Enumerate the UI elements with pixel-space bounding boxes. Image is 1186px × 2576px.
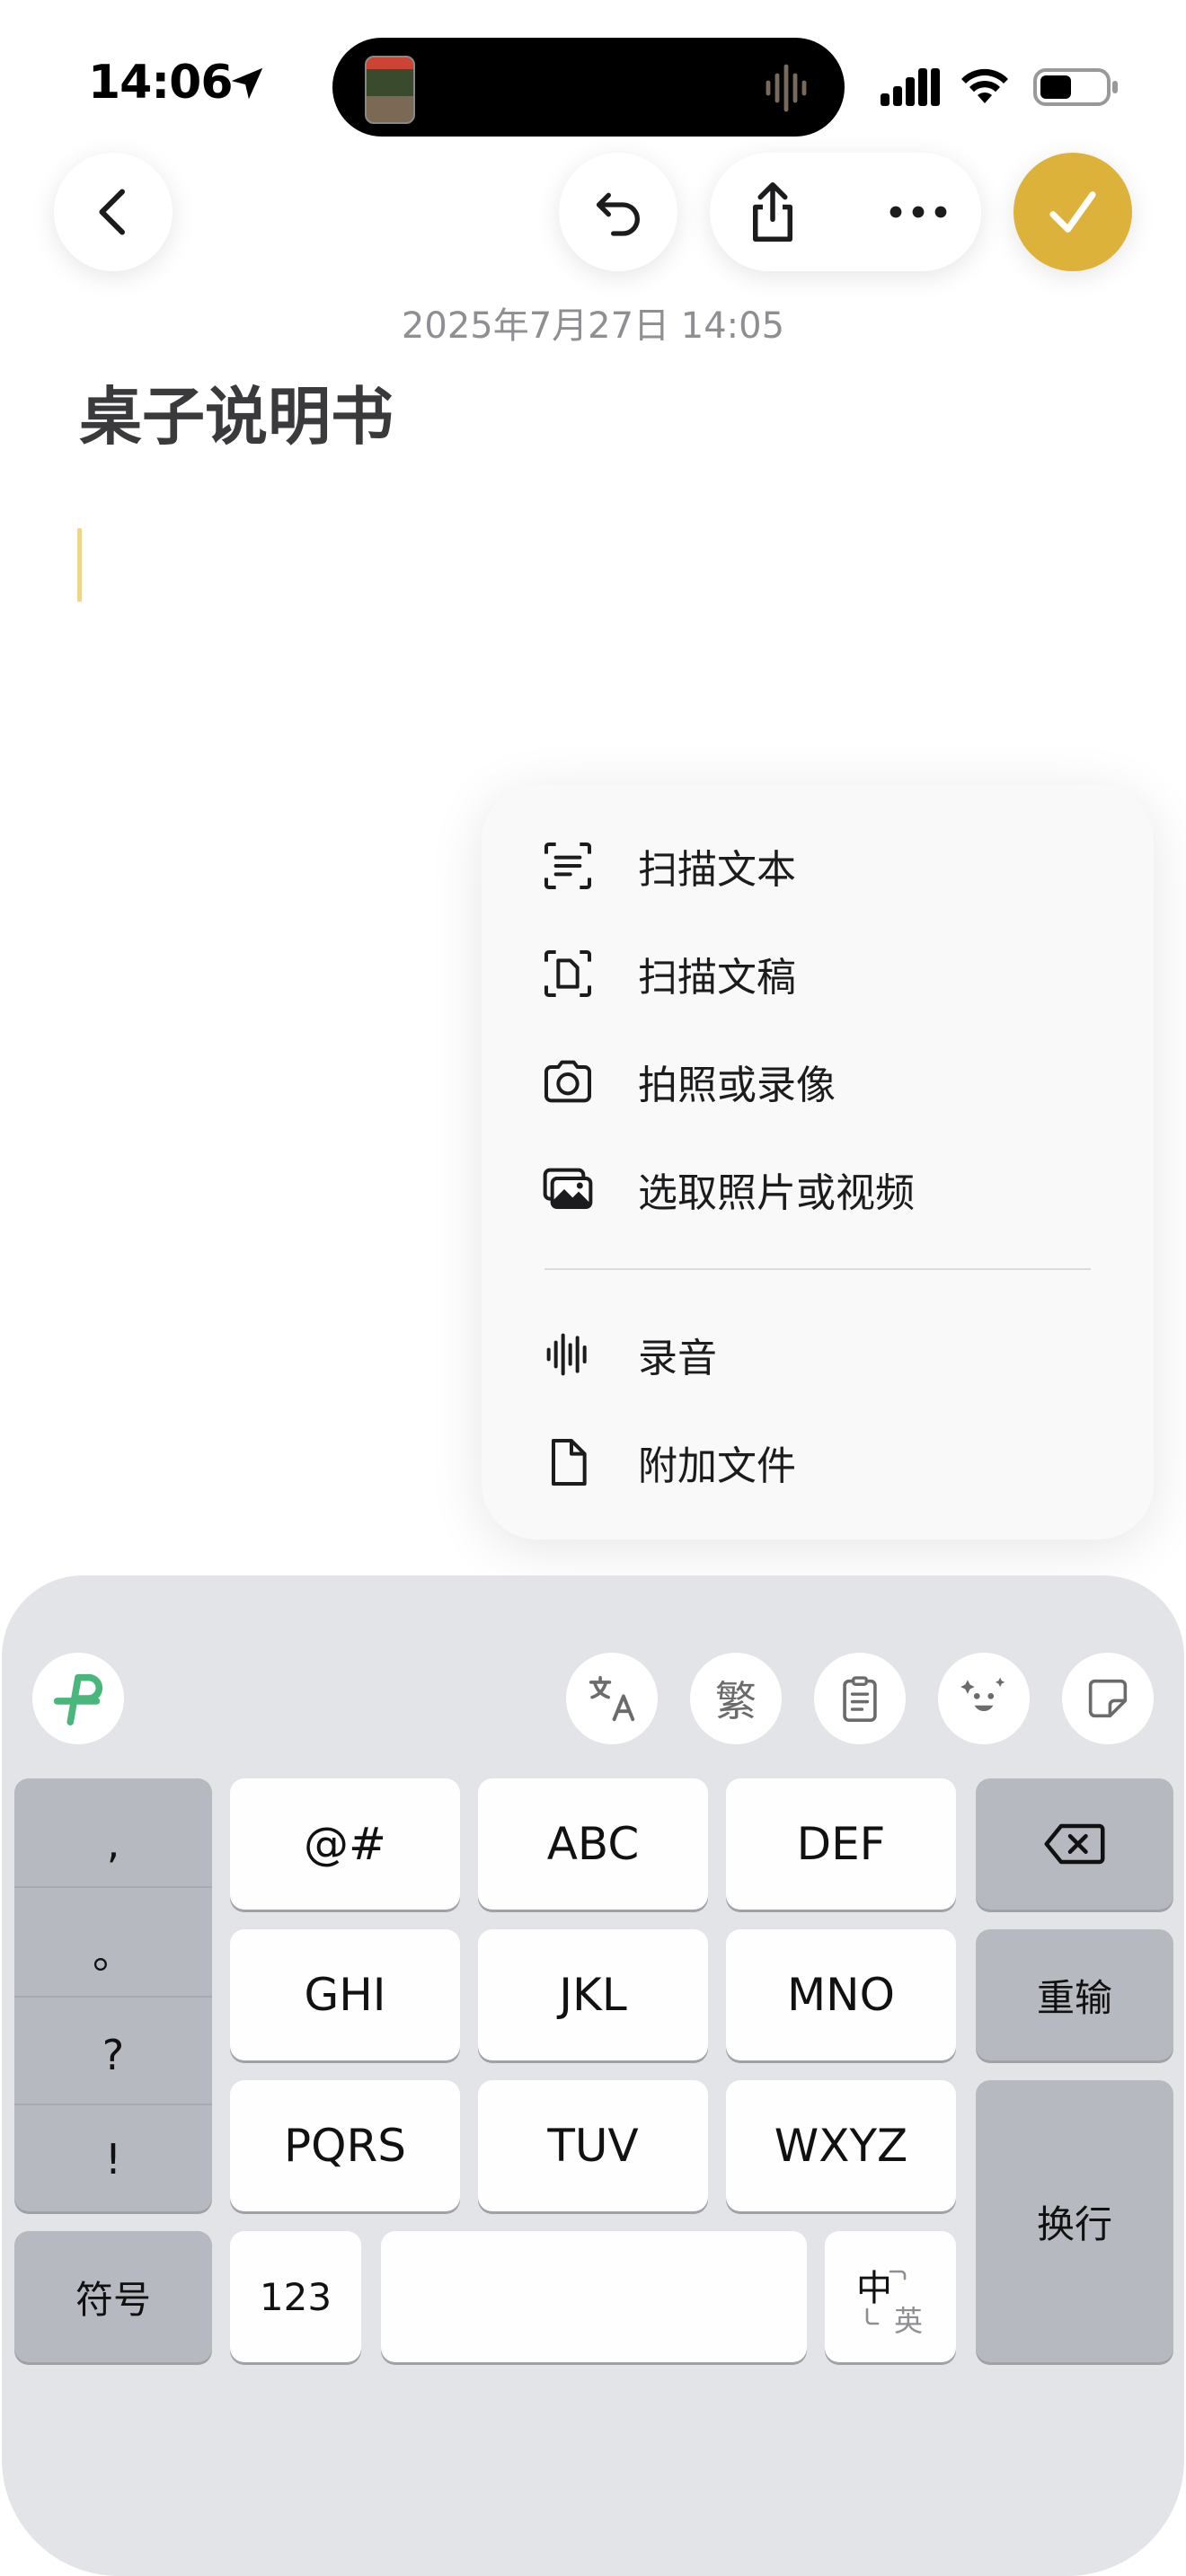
menu-item-photo-library[interactable]: 选取照片或视频	[539, 1142, 1114, 1236]
scan-document-icon	[544, 950, 591, 997]
menu-item-record-audio[interactable]: 录音	[539, 1308, 1114, 1401]
key-mno[interactable]: MNO	[726, 1929, 956, 2060]
waveform-icon	[546, 1333, 587, 1376]
sticker-icon	[1088, 1679, 1128, 1718]
key-exclamation[interactable]: !	[14, 2105, 212, 2213]
menu-item-camera[interactable]: 拍照或录像	[539, 1035, 1114, 1128]
key-tuv[interactable]: TUV	[478, 2080, 708, 2211]
status-time: 14:06	[88, 56, 234, 110]
menu-label-photo-library: 选取照片或视频	[638, 1170, 915, 1216]
key-jkl[interactable]: JKL	[478, 1929, 708, 2060]
keyboard-brand-button[interactable]	[32, 1653, 124, 1744]
delete-icon	[1044, 1823, 1105, 1865]
back-button[interactable]	[54, 153, 173, 271]
menu-divider	[544, 1268, 1091, 1270]
location-arrow-icon	[231, 67, 263, 100]
menu-label-record-audio: 录音	[638, 1336, 717, 1381]
text-cursor	[77, 528, 82, 602]
clipboard-button[interactable]	[814, 1653, 906, 1744]
battery-icon	[1033, 68, 1118, 106]
share-icon	[753, 182, 792, 242]
menu-label-scan-text: 扫描文本	[638, 847, 796, 893]
scan-text-icon	[544, 842, 591, 889]
switch-arrow-icon	[889, 2270, 907, 2280]
key-pqrs[interactable]: PQRS	[230, 2080, 460, 2211]
menu-label-scan-document: 扫描文稿	[638, 955, 796, 1001]
clipboard-icon	[843, 1676, 877, 1722]
language-switch-key[interactable]: 中 英	[825, 2231, 956, 2362]
key-ghi[interactable]: GHI	[230, 1929, 460, 2060]
sticker-button[interactable]	[1062, 1653, 1154, 1744]
key-symbols-at[interactable]: @#	[230, 1778, 460, 1910]
newline-key[interactable]: 换行	[976, 2080, 1173, 2362]
key-question[interactable]: ?	[14, 2001, 212, 2109]
emoji-button[interactable]	[938, 1653, 1030, 1744]
symbols-key[interactable]: 符号	[14, 2231, 212, 2362]
emoji-face-icon	[960, 1677, 1005, 1712]
keyboard-brand-icon	[53, 1673, 103, 1726]
key-def[interactable]: DEF	[726, 1778, 956, 1910]
now-playing-thumbnail	[365, 56, 415, 124]
undo-icon	[597, 192, 640, 236]
checkmark-icon	[1049, 191, 1096, 233]
recording-waveform-icon	[766, 64, 807, 112]
document-icon	[552, 1439, 587, 1486]
key-period[interactable]: 。	[14, 1897, 212, 2005]
menu-item-scan-text[interactable]: 扫描文本	[539, 819, 1114, 913]
done-button[interactable]	[1013, 153, 1132, 271]
key-abc[interactable]: ABC	[478, 1778, 708, 1910]
switch-arrow-icon	[865, 2307, 880, 2325]
menu-label-attach-file: 附加文件	[638, 1443, 796, 1489]
traditional-chinese-button[interactable]: 繁	[690, 1653, 782, 1744]
punctuation-divider	[14, 1886, 212, 1888]
retype-key[interactable]: 重输	[976, 1929, 1173, 2060]
note-title[interactable]: 桌子说明书	[79, 366, 394, 457]
share-button[interactable]	[719, 153, 827, 271]
translate-button[interactable]	[566, 1653, 658, 1744]
menu-item-attach-file[interactable]: 附加文件	[539, 1416, 1114, 1509]
delete-key[interactable]	[976, 1778, 1173, 1910]
traditional-chinese-label: 繁	[715, 1677, 757, 1725]
lang-sub-label: 英	[894, 2304, 924, 2338]
numbers-key[interactable]: 123	[230, 2231, 361, 2362]
ellipsis-icon	[890, 206, 947, 218]
cellular-signal-icon	[881, 68, 940, 106]
wifi-icon	[961, 68, 1008, 103]
key-comma[interactable]: ,	[14, 1789, 212, 1897]
undo-button[interactable]	[559, 153, 677, 271]
camera-icon	[544, 1060, 591, 1103]
punctuation-divider	[14, 1996, 212, 1998]
note-timestamp: 2025年7月27日 14:05	[401, 305, 785, 347]
translate-icon	[589, 1675, 635, 1722]
photo-library-icon	[543, 1168, 593, 1209]
key-wxyz[interactable]: WXYZ	[726, 2080, 956, 2211]
more-button[interactable]	[864, 153, 972, 271]
menu-item-scan-document[interactable]: 扫描文稿	[539, 927, 1114, 1020]
space-key[interactable]	[381, 2231, 807, 2362]
menu-label-camera: 拍照或录像	[638, 1063, 836, 1108]
chevron-left-icon	[99, 189, 125, 235]
